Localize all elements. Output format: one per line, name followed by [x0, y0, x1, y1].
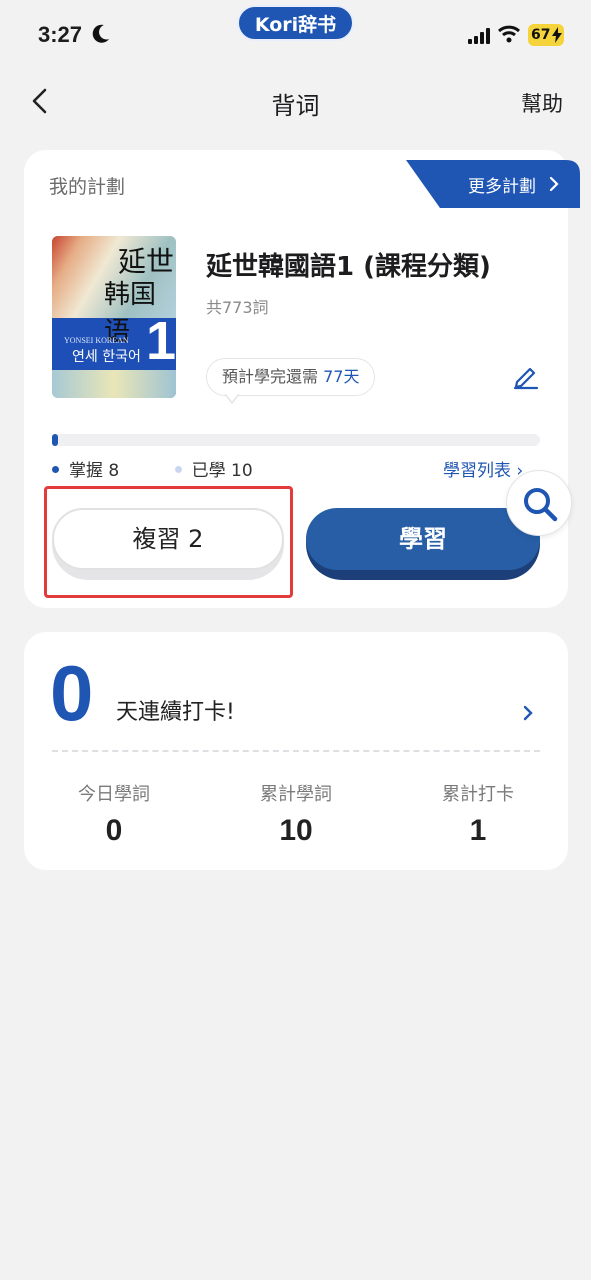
learned-dot [174, 465, 182, 473]
progress-fill [52, 434, 58, 446]
bubble-tail [225, 394, 239, 404]
review-button[interactable]: 複習 2 [52, 508, 284, 580]
word-count: 共773詞 [206, 298, 269, 317]
review-button-label: 複習 2 [52, 508, 284, 570]
battery-indicator: 67 [528, 24, 564, 46]
charging-icon [552, 27, 562, 43]
cover-art-bottom [52, 370, 176, 398]
progress-legend: 掌握 8 已學 10 [52, 456, 303, 481]
chevron-right-icon[interactable] [522, 704, 534, 722]
eta-bubble: 預計學完還需 77天 [206, 358, 376, 404]
app-badge: Kori辞书 [237, 5, 354, 41]
nav-bar: 背词 幫助 [0, 78, 591, 124]
stat-total-checkins: 累計打卡 1 [398, 780, 558, 848]
learn-button-label: 學習 [306, 508, 540, 570]
cover-korean: 연세 한국어 [72, 349, 141, 365]
edit-icon[interactable] [512, 362, 540, 390]
mastered-label: 掌握 8 [69, 461, 120, 481]
streak-label: 天連續打卡! [116, 700, 235, 725]
page: 3:27 Kori辞书 67 背词 幫助 我的計劃 更多計劃 延世 韩国语 1 … [0, 0, 591, 1280]
mastered-dot [52, 465, 59, 473]
signal-icon [468, 28, 490, 44]
more-plans-button[interactable]: 更多計劃 [406, 160, 580, 208]
stat-today-words: 今日學詞 0 [34, 780, 194, 848]
more-plans-label: 更多計劃 [468, 177, 536, 197]
streak-count: 0 [50, 649, 94, 737]
legend-learned: 已學 10 [174, 456, 253, 481]
dashed-divider [52, 750, 540, 752]
eta-prefix: 預計學完還需 [222, 367, 319, 386]
stat-label: 今日學詞 [78, 784, 150, 805]
stat-value: 1 [469, 814, 487, 847]
battery-level: 67 [531, 27, 551, 43]
stat-total-words: 累計學詞 10 [216, 780, 376, 848]
plan-header: 我的計劃 [49, 176, 126, 198]
status-time: 3:27 [38, 22, 83, 47]
stat-value: 10 [279, 814, 313, 847]
plan-card: 我的計劃 更多計劃 延世 韩国语 1 YONSEI KOREAN 연세 한국어 … [24, 150, 580, 608]
book-title: 延世韓國語1 (課程分類) [206, 252, 491, 282]
stats-card: 0 天連續打卡! 今日學詞 0 累計學詞 10 累計打卡 1 [24, 632, 568, 870]
chevron-right-icon [549, 176, 559, 192]
page-title: 背词 [271, 92, 320, 120]
search-icon [524, 488, 558, 522]
cover-english: YONSEI KOREAN [64, 336, 129, 345]
help-button[interactable]: 幫助 [521, 88, 563, 118]
stat-label: 累計打卡 [442, 784, 514, 805]
status-bar: 3:27 Kori辞书 67 [0, 0, 591, 70]
eta-days: 77天 [323, 367, 360, 386]
cover-volume: 1 [146, 311, 176, 371]
search-button[interactable] [506, 470, 572, 536]
progress-bar [52, 434, 540, 446]
stat-label: 累計學詞 [260, 784, 332, 805]
study-list-link[interactable]: 學習列表 › [443, 456, 523, 481]
book-cover[interactable]: 延世 韩国语 1 YONSEI KOREAN 연세 한국어 [52, 236, 176, 398]
learn-button[interactable]: 學習 [306, 508, 540, 580]
learned-label: 已學 10 [191, 461, 253, 481]
moon-icon [92, 24, 109, 43]
wifi-icon [498, 25, 520, 43]
legend-mastered: 掌握 8 [52, 456, 119, 481]
stat-value: 0 [105, 814, 123, 847]
